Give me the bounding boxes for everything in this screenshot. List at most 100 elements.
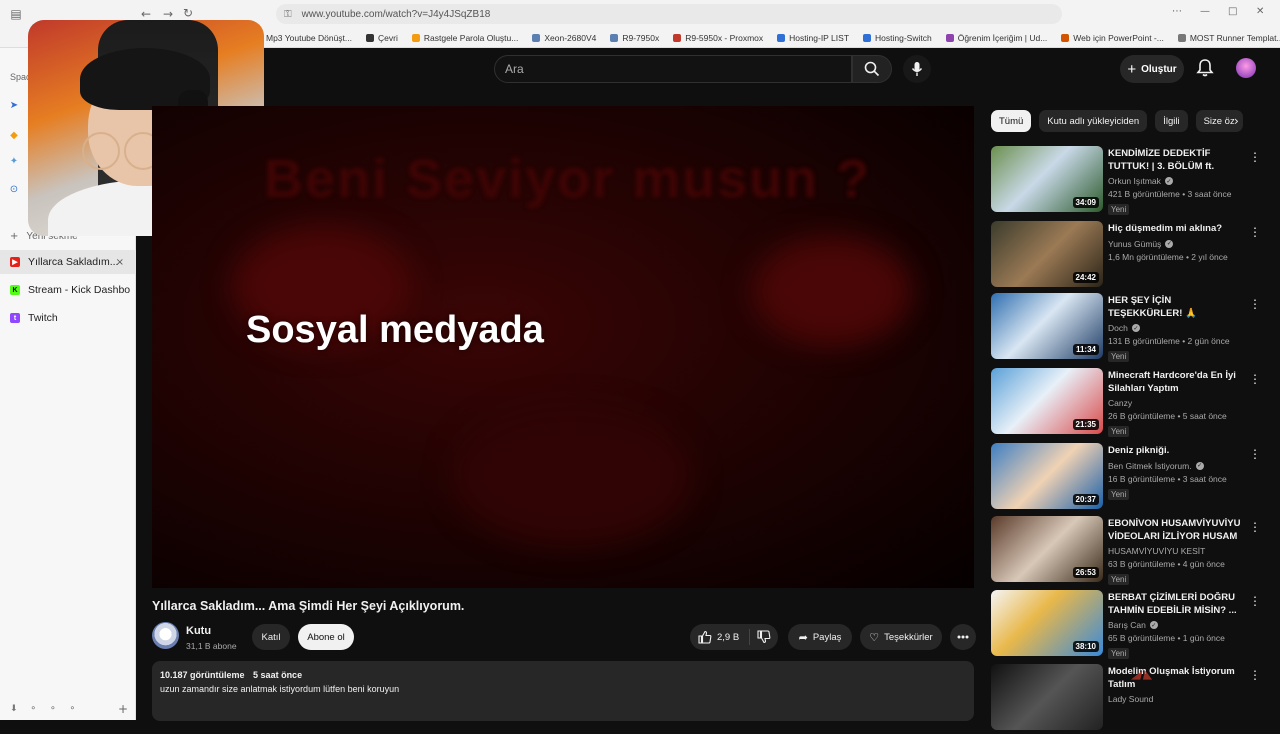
share-button[interactable]: ➦ Paylaş bbox=[788, 624, 852, 650]
bookmark-item[interactable]: R9-5950x - Proxmox bbox=[673, 33, 763, 43]
pinned-app-icon[interactable]: ◆ bbox=[4, 130, 24, 144]
more-vertical-icon[interactable]: ⋮ bbox=[1249, 520, 1261, 534]
search-input[interactable]: Ara bbox=[494, 55, 852, 83]
player-blob bbox=[752, 236, 912, 346]
add-icon[interactable]: + bbox=[118, 702, 128, 716]
video-player[interactable]: Beni Seviyor musun ? Sosyal medyada bbox=[152, 106, 974, 588]
tab-kick[interactable]: K Stream - Kick Dashbo bbox=[0, 278, 136, 302]
bookmark-item[interactable]: Çevri bbox=[366, 33, 398, 43]
join-button[interactable]: Katıl bbox=[252, 624, 290, 650]
account-avatar[interactable] bbox=[1236, 58, 1256, 78]
dislike-button[interactable] bbox=[750, 630, 778, 644]
bookmark-item[interactable]: Xeon-2680V4 bbox=[532, 33, 596, 43]
video-title[interactable]: HER ŞEY İÇİN TEŞEKKÜRLER! 🙏 bbox=[1108, 295, 1246, 320]
filter-chip[interactable]: Tümü bbox=[991, 110, 1032, 132]
create-button[interactable]: + Oluştur bbox=[1120, 55, 1184, 83]
filter-chip[interactable]: İlgili bbox=[1155, 110, 1188, 132]
bookmark-favicon-icon bbox=[863, 33, 872, 42]
bookmark-item[interactable]: Mp3 Youtube Dönüşt... bbox=[254, 33, 352, 43]
bookmark-item[interactable]: Web için PowerPoint -... bbox=[1061, 33, 1164, 43]
more-vertical-icon[interactable]: ⋮ bbox=[1249, 447, 1261, 461]
channel-name[interactable]: Canzy bbox=[1108, 398, 1132, 408]
bookmark-item[interactable]: Rastgele Parola Oluştu... bbox=[411, 33, 518, 43]
video-title[interactable]: EBONİVON HUSAMVİYUVİYU VİDEOLARI İZLİYOR… bbox=[1108, 518, 1246, 543]
channel-name[interactable]: Yunus Gümüş bbox=[1108, 239, 1161, 249]
bookmark-item[interactable]: MOST Runner Templat... bbox=[1177, 33, 1280, 43]
more-vertical-icon[interactable]: ⋮ bbox=[1249, 150, 1261, 164]
more-vertical-icon[interactable]: ⋮ bbox=[1249, 594, 1261, 608]
chevron-right-icon[interactable]: › bbox=[1234, 114, 1239, 128]
channel-row: Barış Can ✓ bbox=[1108, 620, 1246, 630]
pinned-app-icon[interactable]: ⊙ bbox=[4, 184, 24, 198]
video-duration: 24:42 bbox=[1072, 272, 1099, 283]
video-thumbnail[interactable]: 24:42 bbox=[991, 221, 1103, 287]
pinned-app-icon[interactable]: ✦ bbox=[4, 156, 24, 170]
sidebar-toggle-icon[interactable]: ▤ bbox=[6, 7, 26, 21]
more-actions-button[interactable] bbox=[950, 624, 976, 650]
channel-name[interactable]: Doch bbox=[1108, 323, 1128, 333]
recommended-video[interactable]: 24:42 Hiç düşmedim mi aklına? Yunus Gümüş ✓… bbox=[991, 221, 1271, 291]
video-title[interactable]: Hiç düşmedim mi aklına? bbox=[1108, 223, 1246, 236]
like-button[interactable]: 2,9 B bbox=[690, 629, 750, 645]
tab-youtube[interactable]: ▶ Yıllarca Sakladım... × bbox=[0, 250, 136, 274]
video-title[interactable]: Minecraft Hardcore'da En İyi Silahları Y… bbox=[1108, 370, 1246, 395]
recommended-video[interactable]: 38:10 BERBAT ÇİZİMLERİ DOĞRU TAHMİN EDEBİ… bbox=[991, 590, 1271, 660]
address-bar[interactable]: ⚿ www.youtube.com/watch?v=J4y4JSqZB18 bbox=[276, 4, 1062, 24]
more-horizontal-icon bbox=[957, 635, 969, 639]
recommended-video[interactable]: 21:35 Minecraft Hardcore'da En İyi Silahl… bbox=[991, 368, 1271, 438]
channel-name[interactable]: Orkun Işıtmak bbox=[1108, 176, 1161, 186]
bell-icon[interactable] bbox=[1195, 58, 1215, 78]
recommended-video[interactable]: Modelim Oluşmak İstiyorum Tatlım Lady Sou… bbox=[991, 664, 1271, 734]
video-thumbnail[interactable]: 20:37 bbox=[991, 443, 1103, 509]
bookmark-item[interactable]: Öğrenim İçeriğim | Ud... bbox=[945, 33, 1047, 43]
recommended-video[interactable]: 34:09 KENDİMİZE DEDEKTİF TUTTUK! | 3. BÖL… bbox=[991, 146, 1271, 216]
search-button[interactable] bbox=[852, 55, 892, 83]
video-title[interactable]: BERBAT ÇİZİMLERİ DOĞRU TAHMİN EDEBİLİR M… bbox=[1108, 592, 1246, 617]
video-thumbnail[interactable]: 38:10 bbox=[991, 590, 1103, 656]
video-thumbnail[interactable]: 11:34 bbox=[991, 293, 1103, 359]
subscribe-button[interactable]: Abone ol bbox=[298, 624, 354, 650]
video-duration: 38:10 bbox=[1072, 641, 1099, 652]
recommended-video[interactable]: 26:53 EBONİVON HUSAMVİYUVİYU VİDEOLARI İZ… bbox=[991, 516, 1271, 586]
back-icon[interactable]: ← bbox=[136, 7, 156, 21]
recommended-video[interactable]: 20:37 Deniz pikniği. Ben Gitmek İstiyorum.… bbox=[991, 443, 1271, 513]
minimize-icon[interactable]: — bbox=[1200, 6, 1210, 17]
more-vertical-icon[interactable]: ⋮ bbox=[1249, 668, 1261, 682]
video-thumbnail[interactable] bbox=[991, 664, 1103, 730]
channel-name[interactable]: Barış Can bbox=[1108, 620, 1146, 630]
reload-icon[interactable]: ↻ bbox=[178, 6, 198, 20]
bookmark-item[interactable]: R9-7950x bbox=[610, 33, 659, 43]
close-window-icon[interactable]: ✕ bbox=[1256, 6, 1264, 17]
sidebar-footer-icons[interactable]: ⬇⚬⚬⚬ bbox=[10, 704, 88, 714]
description-box[interactable]: 10.187 görüntüleme 5 saat önce uzun zama… bbox=[152, 661, 974, 721]
bookmark-item[interactable]: Hosting-Switch bbox=[863, 33, 932, 43]
voice-search-button[interactable] bbox=[903, 55, 931, 83]
channel-avatar[interactable] bbox=[152, 622, 179, 649]
bookmark-item[interactable]: Hosting-IP LIST bbox=[777, 33, 849, 43]
channel-name[interactable]: HUSAMVİYUVİYU KESİT bbox=[1108, 546, 1205, 556]
forward-icon[interactable]: → bbox=[158, 7, 178, 21]
more-vertical-icon[interactable]: ⋮ bbox=[1249, 297, 1261, 311]
video-thumbnail[interactable]: 26:53 bbox=[991, 516, 1103, 582]
more-vertical-icon[interactable]: ⋮ bbox=[1249, 225, 1261, 239]
video-title[interactable]: Deniz pikniği. bbox=[1108, 445, 1246, 458]
close-tab-icon[interactable]: × bbox=[116, 257, 124, 268]
recommended-video[interactable]: 11:34 HER ŞEY İÇİN TEŞEKKÜRLER! 🙏 Doch ✓ 131… bbox=[991, 293, 1271, 363]
channel-name[interactable]: Kutu bbox=[186, 625, 211, 637]
video-thumbnail[interactable]: 34:09 bbox=[991, 146, 1103, 212]
channel-name[interactable]: Ben Gitmek İstiyorum. bbox=[1108, 461, 1192, 471]
thanks-button[interactable]: ♡ Teşekkürler bbox=[860, 624, 942, 650]
site-info-icon[interactable]: ⚿ bbox=[284, 9, 292, 20]
channel-name[interactable]: Lady Sound bbox=[1108, 694, 1153, 704]
video-title[interactable]: KENDİMİZE DEDEKTİF TUTTUK! | 3. BÖLÜM ft… bbox=[1108, 148, 1246, 173]
filter-chip[interactable]: Kutu adlı yükleyiciden bbox=[1039, 110, 1148, 132]
description-meta: 10.187 görüntüleme 5 saat önce bbox=[160, 670, 966, 680]
video-duration: 34:09 bbox=[1072, 197, 1099, 208]
video-thumbnail[interactable]: 21:35 bbox=[991, 368, 1103, 434]
more-vertical-icon[interactable]: ⋮ bbox=[1249, 372, 1261, 386]
maximize-icon[interactable]: □ bbox=[1228, 6, 1237, 17]
tab-twitch[interactable]: t Twitch bbox=[0, 306, 136, 330]
pinned-app-icon[interactable]: ➤ bbox=[4, 100, 24, 114]
more-options-icon[interactable]: ⋯ bbox=[1172, 6, 1182, 17]
video-title[interactable]: Modelim Oluşmak İstiyorum Tatlım bbox=[1108, 666, 1246, 691]
